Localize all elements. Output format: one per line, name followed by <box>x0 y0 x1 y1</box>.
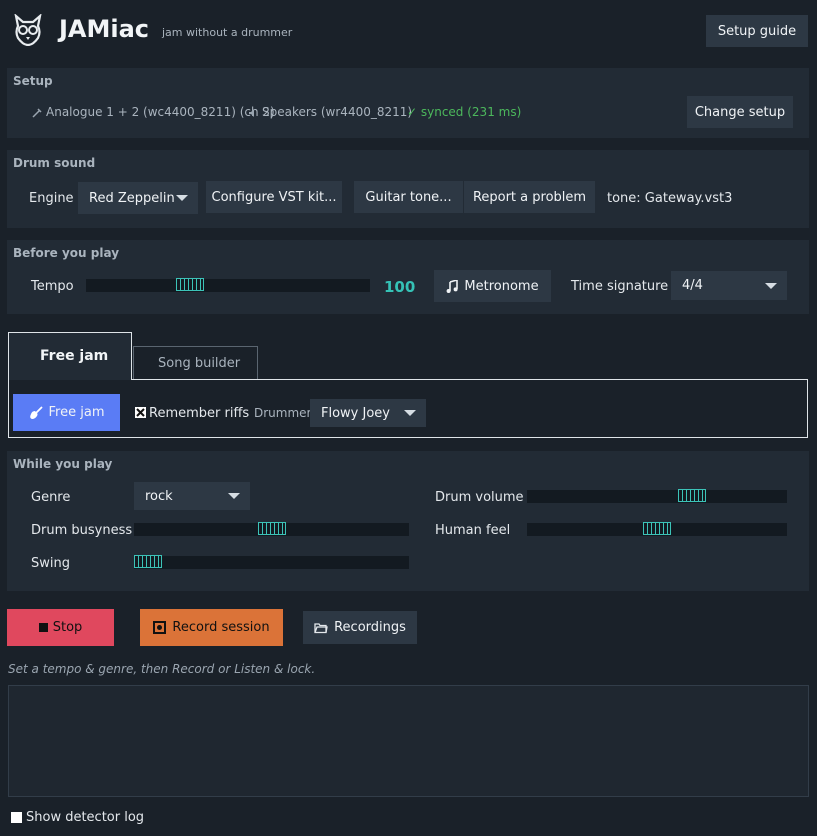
drum-busyness-slider-handle[interactable] <box>257 522 286 535</box>
owl-logo-icon <box>13 14 43 46</box>
chevron-down-icon <box>765 282 777 289</box>
time-signature-label: Time signature <box>571 279 669 294</box>
music-note-icon <box>446 279 459 293</box>
sync-status: ✓ synced (231 ms) <box>407 105 522 119</box>
record-session-button[interactable]: Record session <box>140 609 283 646</box>
change-setup-button[interactable]: Change setup <box>687 96 793 128</box>
output-device-label: Speakers (wr4400_8211) <box>262 105 413 119</box>
tab-song-builder[interactable]: Song builder <box>133 346 258 379</box>
setup-guide-button[interactable]: Setup guide <box>706 15 808 47</box>
genre-select[interactable]: rock <box>134 482 250 510</box>
chevron-down-icon <box>404 410 416 416</box>
drum-busyness-slider[interactable] <box>134 522 409 536</box>
free-jam-tab-pane: Free jam Remember riffs Drummer Flowy Jo… <box>8 379 808 438</box>
before-you-play-title: Before you play <box>13 246 120 260</box>
folder-icon <box>314 622 328 634</box>
drum-volume-slider-handle[interactable] <box>677 489 706 502</box>
input-device-label: Analogue 1 + 2 (wc4400_8211) (ch 2) <box>46 105 275 119</box>
stop-button[interactable]: Stop <box>7 609 114 646</box>
chevron-down-icon <box>176 195 188 201</box>
drum-sound-panel: Drum sound Engine Red Zeppelin Configure… <box>7 150 809 228</box>
engine-select-value: Red Zeppelin <box>89 190 175 206</box>
report-problem-button[interactable]: Report a problem <box>464 181 595 213</box>
metronome-label: Metronome <box>464 278 539 294</box>
genre-label: Genre <box>31 490 71 505</box>
remember-riffs-checkbox[interactable] <box>135 407 146 418</box>
speaker-icon <box>248 108 258 118</box>
time-signature-value: 4/4 <box>682 278 703 293</box>
drummer-label: Drummer <box>254 406 312 420</box>
swing-label: Swing <box>31 556 70 571</box>
guitar-tone-button[interactable]: Guitar tone... <box>354 181 463 213</box>
stop-icon <box>38 623 48 632</box>
drummer-select-value: Flowy Joey <box>321 405 390 421</box>
engine-select[interactable]: Red Zeppelin <box>78 182 198 214</box>
swing-slider-handle[interactable] <box>134 555 162 568</box>
human-feel-slider-handle[interactable] <box>643 522 671 535</box>
detector-log-area[interactable] <box>8 685 809 797</box>
remember-riffs-label: Remember riffs <box>149 406 250 421</box>
setup-title: Setup <box>13 74 53 88</box>
record-icon <box>153 621 167 634</box>
recordings-label: Recordings <box>334 620 406 635</box>
free-jam-button-label: Free jam <box>48 405 105 420</box>
chevron-down-icon <box>228 493 240 499</box>
record-session-label: Record session <box>172 620 270 635</box>
drummer-select[interactable]: Flowy Joey <box>310 399 426 427</box>
drum-sound-title: Drum sound <box>13 156 96 170</box>
guitar-cable-icon <box>32 108 42 118</box>
tempo-slider-handle[interactable] <box>175 278 204 291</box>
human-feel-slider[interactable] <box>527 522 787 536</box>
guitar-icon <box>29 405 43 420</box>
human-feel-label: Human feel <box>435 523 511 538</box>
drum-volume-label: Drum volume <box>435 490 524 505</box>
time-signature-select[interactable]: 4/4 <box>671 271 787 300</box>
while-you-play-panel: While you play Genre rock Drum busyness … <box>7 451 809 591</box>
show-detector-log-label: Show detector log <box>26 810 145 825</box>
recordings-button[interactable]: Recordings <box>303 611 417 644</box>
show-detector-log-checkbox[interactable] <box>11 812 22 823</box>
tone-text: tone: Gateway.vst3 <box>607 191 733 206</box>
tempo-slider[interactable] <box>86 278 370 292</box>
while-you-play-title: While you play <box>13 457 113 471</box>
tempo-label: Tempo <box>31 279 74 294</box>
tab-free-jam[interactable]: Free jam <box>8 332 132 380</box>
drum-busyness-label: Drum busyness <box>31 523 133 538</box>
setup-panel: Setup Analogue 1 + 2 (wc4400_8211) (ch 2… <box>7 68 809 138</box>
genre-select-value: rock <box>145 488 173 504</box>
stop-button-label: Stop <box>52 620 83 635</box>
drum-volume-slider[interactable] <box>527 489 787 503</box>
swing-slider[interactable] <box>134 555 409 569</box>
configure-vst-button[interactable]: Configure VST kit... <box>206 181 342 213</box>
tab-song-builder-label: Song builder <box>158 356 241 371</box>
before-you-play-panel: Before you play Tempo 100 Metronome Time… <box>7 240 809 314</box>
app-subtitle: jam without a drummer <box>162 26 293 39</box>
app-title: JAMiac <box>59 15 150 43</box>
metronome-button[interactable]: Metronome <box>434 270 551 302</box>
hint-text: Set a tempo & genre, then Record or List… <box>8 662 316 676</box>
engine-label: Engine <box>29 191 74 206</box>
tempo-value: 100 <box>384 278 416 296</box>
free-jam-button[interactable]: Free jam <box>13 394 120 431</box>
tab-free-jam-label: Free jam <box>40 348 109 364</box>
